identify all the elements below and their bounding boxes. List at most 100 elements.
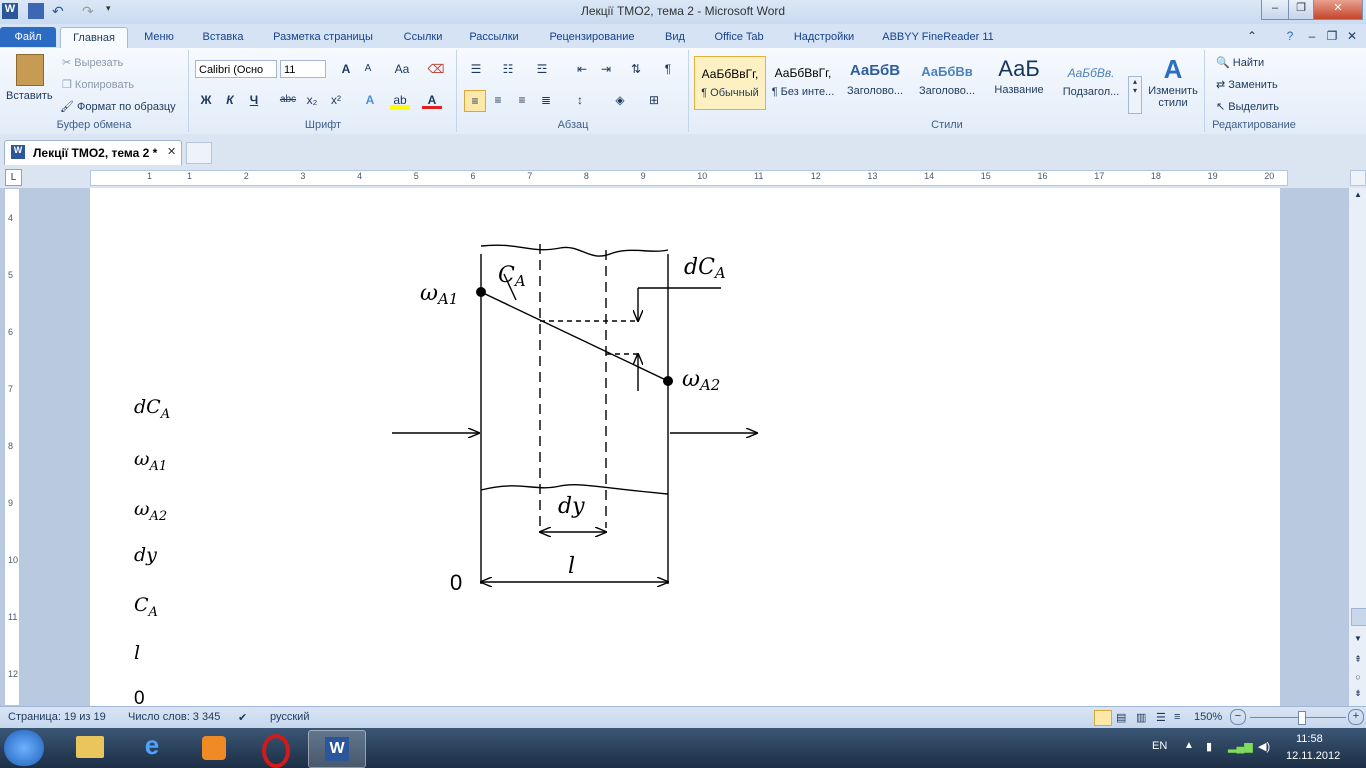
- tab-review[interactable]: Рецензирование: [538, 27, 646, 47]
- font-name-select[interactable]: Calibri (Осно: [195, 60, 277, 78]
- highlight-icon[interactable]: ab: [390, 90, 410, 110]
- tab-view[interactable]: Вид: [656, 27, 694, 47]
- outline-icon[interactable]: ☰: [1156, 711, 1166, 724]
- ie-taskbar-icon[interactable]: e: [124, 730, 180, 766]
- find-button[interactable]: 🔍 Найти: [1216, 56, 1264, 69]
- shading-icon[interactable]: ◈: [610, 90, 630, 110]
- clock-time[interactable]: 11:58: [1296, 733, 1323, 745]
- tab-office-tab[interactable]: Office Tab: [704, 27, 774, 47]
- tab-addins[interactable]: Надстройки: [784, 27, 864, 47]
- tab-file[interactable]: Файл: [0, 27, 56, 47]
- grow-font-icon[interactable]: A: [336, 59, 356, 79]
- underline-icon[interactable]: Ч: [244, 90, 264, 110]
- help-icon[interactable]: ?: [1280, 26, 1300, 46]
- zoom-slider-thumb[interactable]: [1298, 711, 1306, 725]
- select-button[interactable]: ↖ Выделить: [1216, 100, 1279, 113]
- tab-page-layout[interactable]: Разметка страницы: [262, 27, 384, 47]
- volume-icon[interactable]: ◀): [1258, 740, 1270, 753]
- word-count[interactable]: Число слов: 3 345: [128, 711, 220, 723]
- copy-button[interactable]: ❐ Копировать: [62, 78, 134, 91]
- strikethrough-icon[interactable]: abc: [278, 90, 298, 110]
- maximize-button[interactable]: ❐: [1288, 0, 1314, 20]
- word-taskbar-icon[interactable]: W: [308, 730, 366, 768]
- paste-button[interactable]: Вставить: [6, 52, 54, 110]
- new-tab-icon[interactable]: [186, 142, 212, 164]
- justify-icon[interactable]: ≣: [536, 90, 556, 110]
- style-title[interactable]: АаБ Название: [984, 56, 1054, 108]
- replace-button[interactable]: ⇄ Заменить: [1216, 78, 1278, 91]
- document-page[interactable]: ωA1 ωA2 CA dCA dy l 0 dCA ωA1 ωA2 dy CA l 0: [90, 188, 1280, 709]
- close-tab-icon[interactable]: ✕: [167, 145, 176, 158]
- style-normal[interactable]: АаБбВвГг, ¶ Обычный: [694, 56, 766, 110]
- explorer-taskbar-icon[interactable]: [62, 730, 118, 766]
- doc-minimize-icon[interactable]: –: [1302, 26, 1322, 46]
- horizontal-ruler[interactable]: 1 1 2 3 4 5 6 7 8 9 10 11 12 13 14 15 16 17 18 19 20: [90, 170, 1288, 186]
- tab-mailings[interactable]: Рассылки: [462, 27, 526, 47]
- doc-close-icon[interactable]: ✕: [1342, 26, 1362, 46]
- language[interactable]: русский: [270, 711, 309, 723]
- superscript-icon[interactable]: x²: [326, 90, 346, 110]
- zoom-in-icon[interactable]: +: [1348, 709, 1364, 725]
- page-count[interactable]: Страница: 19 из 19: [8, 711, 106, 723]
- align-left-icon[interactable]: ≡: [464, 90, 486, 112]
- tab-home[interactable]: Главная: [60, 27, 128, 48]
- document-tab[interactable]: W Лекції ТМО2, тема 2 * ✕: [4, 140, 182, 165]
- print-layout-icon[interactable]: [1094, 710, 1112, 726]
- clock-date[interactable]: 12.11.2012: [1286, 750, 1340, 762]
- style-heading-1[interactable]: АаБбВ Заголово...: [840, 56, 910, 108]
- proofing-icon[interactable]: ✔: [238, 711, 247, 724]
- multilevel-list-icon[interactable]: ☲: [532, 59, 552, 79]
- tray-expand-icon[interactable]: ▲: [1184, 740, 1194, 751]
- zoom-level[interactable]: 150%: [1194, 711, 1222, 723]
- doc-restore-icon[interactable]: ❐: [1322, 26, 1342, 46]
- scroll-up-icon[interactable]: ▲: [1351, 190, 1365, 204]
- full-screen-icon[interactable]: ▤: [1116, 711, 1126, 724]
- subscript-icon[interactable]: x₂: [302, 90, 322, 110]
- show-marks-icon[interactable]: ¶: [658, 59, 678, 79]
- network-icon[interactable]: ▮: [1206, 740, 1212, 753]
- opera-taskbar-icon[interactable]: [248, 730, 304, 768]
- font-color-icon[interactable]: A: [422, 90, 442, 109]
- scroll-down-icon[interactable]: ▼: [1351, 634, 1365, 648]
- style-subtitle[interactable]: АаБбВв. Подзагол...: [1056, 56, 1126, 108]
- media-player-taskbar-icon[interactable]: [186, 730, 242, 766]
- close-button[interactable]: ✕: [1313, 0, 1363, 20]
- style-no-spacing[interactable]: АаБбВвГг, ¶ Без инте...: [768, 56, 838, 108]
- increase-indent-icon[interactable]: ⇥: [596, 59, 616, 79]
- view-ruler-icon[interactable]: [1350, 170, 1366, 186]
- numbering-icon[interactable]: ☷: [498, 59, 518, 79]
- zoom-out-icon[interactable]: −: [1230, 709, 1246, 725]
- style-heading-2[interactable]: АаБбВв Заголово...: [912, 56, 982, 108]
- tab-insert[interactable]: Вставка: [194, 27, 252, 47]
- bold-icon[interactable]: Ж: [196, 90, 216, 110]
- browse-object-icon[interactable]: ○: [1351, 672, 1365, 686]
- bullets-icon[interactable]: ☰: [466, 59, 486, 79]
- format-painter-button[interactable]: 🖌 Формат по образцу: [60, 100, 176, 113]
- text-effects-icon[interactable]: A: [360, 90, 380, 110]
- cut-button[interactable]: ✂ Вырезать: [62, 56, 123, 69]
- signal-icon[interactable]: ▂▄▆: [1228, 740, 1253, 753]
- styles-scroll[interactable]: ▴ ▾: [1128, 76, 1142, 114]
- tab-menu[interactable]: Меню: [136, 27, 182, 47]
- tab-abbyy[interactable]: ABBYY FineReader 11: [876, 27, 1000, 47]
- font-size-select[interactable]: 11: [280, 60, 326, 78]
- align-right-icon[interactable]: ≡: [512, 90, 532, 110]
- italic-icon[interactable]: К: [220, 90, 240, 110]
- shrink-font-icon[interactable]: A: [358, 59, 378, 79]
- minimize-button[interactable]: –: [1261, 0, 1289, 20]
- borders-icon[interactable]: ⊞: [644, 90, 664, 110]
- align-center-icon[interactable]: ≡: [488, 90, 508, 110]
- web-layout-icon[interactable]: ▥: [1136, 711, 1146, 724]
- clear-formatting-icon[interactable]: ⌫: [426, 59, 446, 79]
- tab-selector-icon[interactable]: L: [5, 169, 22, 186]
- tab-references[interactable]: Ссылки: [394, 27, 452, 47]
- next-page-icon[interactable]: ⇟: [1351, 688, 1365, 702]
- draft-icon[interactable]: ≡: [1174, 711, 1180, 723]
- scroll-thumb[interactable]: [1351, 608, 1366, 626]
- collapse-ribbon-icon[interactable]: ⌃: [1242, 26, 1262, 46]
- decrease-indent-icon[interactable]: ⇤: [572, 59, 592, 79]
- input-language[interactable]: EN: [1152, 740, 1167, 752]
- vertical-ruler[interactable]: 4 5 6 7 8 9 10 11 12: [4, 188, 20, 706]
- sort-icon[interactable]: ⇅: [626, 59, 646, 79]
- change-styles-button[interactable]: A Изменить стили: [1144, 54, 1202, 114]
